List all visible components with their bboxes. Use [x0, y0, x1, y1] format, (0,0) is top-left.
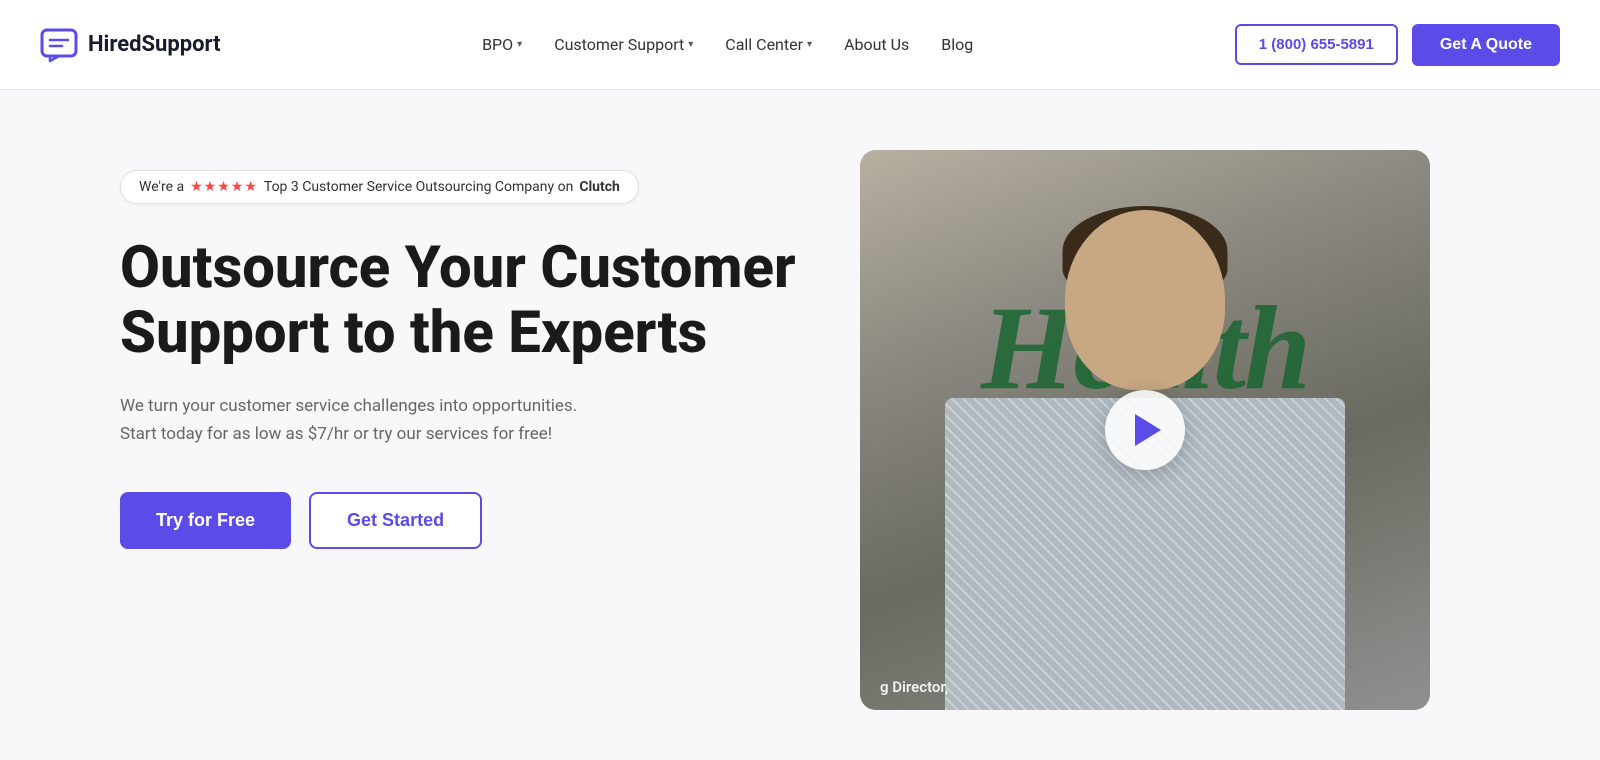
logo[interactable]: HiredSupport — [40, 26, 221, 64]
star-rating: ★★★★★ — [190, 179, 258, 195]
video-player[interactable]: Health g Director, — [860, 150, 1430, 710]
hero-title: Outsource Your Customer Support to the E… — [120, 236, 800, 366]
play-button[interactable] — [1105, 390, 1185, 470]
badge-suffix-plain: Top 3 Customer Service Outsourcing Compa… — [264, 179, 573, 195]
badge-prefix: We're a — [139, 179, 184, 195]
hero-video: Health g Director, — [860, 150, 1430, 710]
hero-cta-buttons: Try for Free Get Started — [120, 492, 800, 549]
hero-section: We're a ★★★★★ Top 3 Customer Service Out… — [0, 90, 1600, 760]
hero-subtitle: We turn your customer service challenges… — [120, 392, 600, 448]
site-header: HiredSupport BPO ▾ Customer Support ▾ Ca… — [0, 0, 1600, 90]
play-icon — [1135, 414, 1161, 446]
get-quote-button[interactable]: Get A Quote — [1412, 24, 1560, 66]
nav-blog[interactable]: Blog — [929, 27, 985, 62]
person-head — [1065, 210, 1225, 390]
header-actions: 1 (800) 655-5891 Get A Quote — [1235, 24, 1560, 66]
video-caption: g Director, — [880, 678, 948, 696]
badge-clutch: Clutch — [579, 179, 620, 195]
logo-text: HiredSupport — [88, 32, 221, 57]
hero-content: We're a ★★★★★ Top 3 Customer Service Out… — [120, 150, 800, 549]
clutch-badge: We're a ★★★★★ Top 3 Customer Service Out… — [120, 170, 639, 204]
nav-bpo[interactable]: BPO ▾ — [470, 27, 534, 62]
nav-about-us[interactable]: About Us — [832, 27, 921, 62]
nav-call-center[interactable]: Call Center ▾ — [713, 27, 824, 62]
logo-icon — [40, 26, 78, 64]
try-for-free-button[interactable]: Try for Free — [120, 492, 291, 549]
bpo-chevron-icon: ▾ — [517, 39, 522, 50]
main-nav: BPO ▾ Customer Support ▾ Call Center ▾ A… — [470, 27, 985, 62]
get-started-button[interactable]: Get Started — [309, 492, 482, 549]
call-center-chevron-icon: ▾ — [807, 39, 812, 50]
customer-support-chevron-icon: ▾ — [688, 39, 693, 50]
nav-customer-support[interactable]: Customer Support ▾ — [542, 27, 705, 62]
phone-button[interactable]: 1 (800) 655-5891 — [1235, 24, 1398, 65]
